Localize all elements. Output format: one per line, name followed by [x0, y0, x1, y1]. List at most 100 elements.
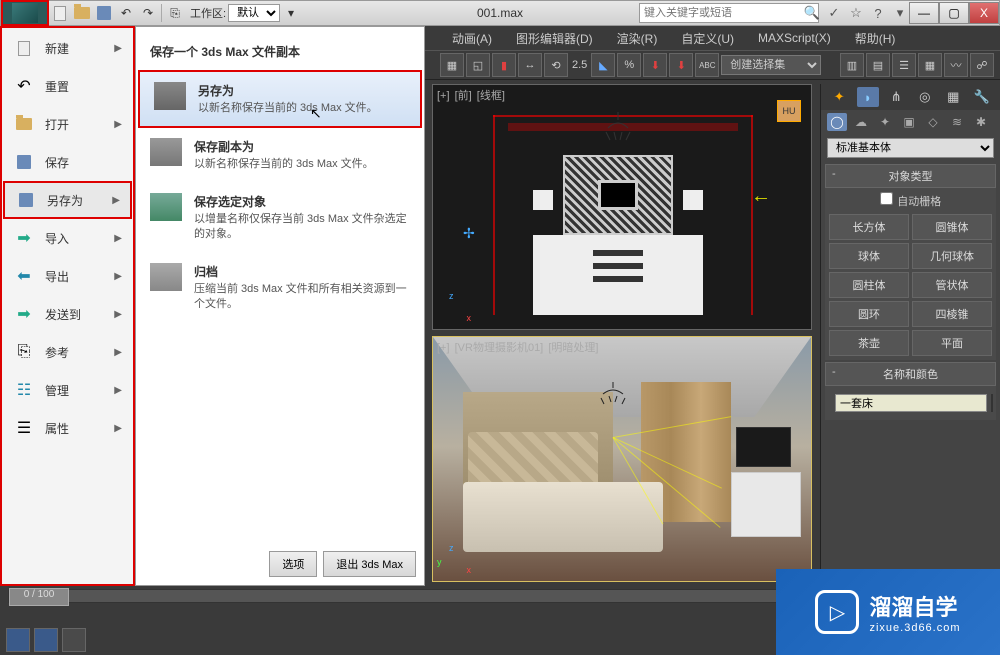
obj-teapot-button[interactable]: 茶壶: [829, 330, 909, 356]
axis-gizmo: zxy: [439, 545, 469, 575]
shelf-explorer-icon[interactable]: ▦: [918, 53, 942, 77]
menu-animation[interactable]: 动画(A): [440, 27, 504, 50]
obj-plane-button[interactable]: 平面: [912, 330, 992, 356]
menu-new[interactable]: 新建▶: [3, 29, 132, 67]
autogrid-checkbox[interactable]: [880, 192, 893, 205]
submenu-save-selected[interactable]: 保存选定对象 以增量名称仅保存当前 3ds Max 文件杂选定的对象。: [136, 183, 424, 253]
viewport-label[interactable]: [+] [前] [线框]: [437, 87, 507, 103]
chevron-right-icon: ▶: [114, 347, 122, 358]
shelf-mirror-icon[interactable]: ▥: [840, 53, 864, 77]
menu-export[interactable]: ⬅导出▶: [3, 257, 132, 295]
shelf-flag-icon[interactable]: ▮: [492, 53, 516, 77]
hierarchy-tab-icon[interactable]: ⋔: [885, 87, 907, 107]
link-icon[interactable]: ⎘: [164, 2, 186, 24]
submenu-save-as[interactable]: 另存为 以新名称保存当前的 3ds Max 文件。: [138, 70, 422, 128]
motion-tab-icon[interactable]: ◎: [914, 87, 936, 107]
obj-pyramid-button[interactable]: 四棱锥: [912, 301, 992, 327]
workspace-more-icon[interactable]: ▾: [280, 2, 302, 24]
shelf-layer-icon[interactable]: ☰: [892, 53, 916, 77]
color-swatch[interactable]: [991, 394, 993, 412]
binoculars-icon[interactable]: 🔍: [803, 4, 821, 22]
menu-import[interactable]: ➡导入▶: [3, 219, 132, 257]
app-logo-button[interactable]: [1, 0, 49, 26]
close-button[interactable]: X: [969, 2, 999, 24]
status-icon[interactable]: [6, 628, 30, 652]
modify-tab-icon[interactable]: ◗: [857, 87, 879, 107]
object-name-input[interactable]: [835, 394, 987, 412]
workspace-label: 工作区:: [190, 5, 226, 21]
shelf-icon[interactable]: ▦: [440, 53, 464, 77]
obj-geosphere-button[interactable]: 几何球体: [912, 243, 992, 269]
shelf-percent-icon[interactable]: %: [617, 53, 641, 77]
spacewarps-icon[interactable]: ≋: [947, 113, 967, 131]
viewport-gizmo[interactable]: HU: [777, 100, 801, 122]
status-icon[interactable]: [34, 628, 58, 652]
obj-box-button[interactable]: 长方体: [829, 214, 909, 240]
shelf-abc-icon[interactable]: ABC: [695, 53, 719, 77]
obj-tube-button[interactable]: 管状体: [912, 272, 992, 298]
obj-cone-button[interactable]: 圆锥体: [912, 214, 992, 240]
shelf-icon[interactable]: ↔: [518, 53, 542, 77]
obj-torus-button[interactable]: 圆环: [829, 301, 909, 327]
menu-rendering[interactable]: 渲染(R): [605, 27, 670, 50]
viewport-camera[interactable]: [+] [VR物理摄影机01] [明暗处理] zxy: [432, 336, 812, 582]
save-file-icon[interactable]: [93, 2, 115, 24]
open-file-icon[interactable]: [71, 2, 93, 24]
helpers-icon[interactable]: ◇: [923, 113, 943, 131]
menu-reset[interactable]: ↶重置: [3, 67, 132, 105]
viewport-label[interactable]: [+] [VR物理摄影机01] [明暗处理]: [437, 339, 600, 355]
create-tab-icon[interactable]: ✦: [828, 87, 850, 107]
shelf-snap-icon[interactable]: ⬇: [669, 53, 693, 77]
systems-icon[interactable]: ✱: [971, 113, 991, 131]
viewport-front[interactable]: [+] [前] [线框] HU ← ✢ zx: [432, 84, 812, 330]
rollout-header[interactable]: 对象类型: [825, 164, 996, 188]
category-dropdown[interactable]: 标准基本体: [827, 138, 994, 158]
display-tab-icon[interactable]: ▦: [942, 87, 964, 107]
menu-save-as[interactable]: 另存为▶: [3, 181, 132, 219]
time-handle[interactable]: 0 / 100: [9, 588, 69, 606]
new-file-icon[interactable]: [49, 2, 71, 24]
shelf-icon[interactable]: ◱: [466, 53, 490, 77]
maximize-button[interactable]: ▢: [939, 2, 969, 24]
search-input[interactable]: [639, 3, 819, 23]
shapes-icon[interactable]: ☁: [851, 113, 871, 131]
menu-references[interactable]: ⎘参考▶: [3, 333, 132, 371]
shelf-align-icon[interactable]: ▤: [866, 53, 890, 77]
obj-cylinder-button[interactable]: 圆柱体: [829, 272, 909, 298]
minimize-button[interactable]: —: [909, 2, 939, 24]
menu-help[interactable]: 帮助(H): [843, 27, 908, 50]
menu-send-to[interactable]: ➡发送到▶: [3, 295, 132, 333]
menu-save[interactable]: 保存: [3, 143, 132, 181]
workspace-select[interactable]: 默认: [228, 4, 280, 22]
rollout-header[interactable]: 名称和颜色: [825, 362, 996, 386]
menu-open[interactable]: 打开▶: [3, 105, 132, 143]
geometry-icon[interactable]: ◯: [827, 113, 847, 131]
menu-graph-editors[interactable]: 图形编辑器(D): [504, 27, 605, 50]
key-icon[interactable]: ✓: [825, 4, 843, 22]
selection-set-select[interactable]: 创建选择集: [721, 55, 821, 75]
shelf-icon[interactable]: ⟲: [544, 53, 568, 77]
caret-icon[interactable]: ▾: [891, 4, 909, 22]
menu-maxscript[interactable]: MAXScript(X): [746, 28, 843, 48]
status-icon[interactable]: [62, 628, 86, 652]
undo-icon[interactable]: ↶: [115, 2, 137, 24]
lights-icon[interactable]: ✦: [875, 113, 895, 131]
menu-properties[interactable]: ☰属性▶: [3, 409, 132, 447]
menu-manage[interactable]: ☷管理▶: [3, 371, 132, 409]
shelf-schematic-icon[interactable]: ☍: [970, 53, 994, 77]
shelf-snap-icon[interactable]: ⬇: [643, 53, 667, 77]
utilities-tab-icon[interactable]: 🔧: [971, 87, 993, 107]
obj-sphere-button[interactable]: 球体: [829, 243, 909, 269]
menu-customize[interactable]: 自定义(U): [669, 27, 746, 50]
options-button[interactable]: 选项: [269, 551, 317, 577]
help-icon[interactable]: ?: [869, 4, 887, 22]
cameras-icon[interactable]: ▣: [899, 113, 919, 131]
exit-button[interactable]: 退出 3ds Max: [323, 551, 416, 577]
redo-icon[interactable]: ↷: [137, 2, 159, 24]
shelf-spinner[interactable]: 2.5: [572, 59, 587, 71]
submenu-save-copy-as[interactable]: 保存副本为 以新名称保存当前的 3ds Max 文件。: [136, 128, 424, 182]
shelf-angle-icon[interactable]: ◣: [591, 53, 615, 77]
submenu-archive[interactable]: 归档 压缩当前 3ds Max 文件和所有相关资源到一个文件。: [136, 253, 424, 323]
shelf-curve-icon[interactable]: 〰: [944, 53, 968, 77]
star-icon[interactable]: ☆: [847, 4, 865, 22]
